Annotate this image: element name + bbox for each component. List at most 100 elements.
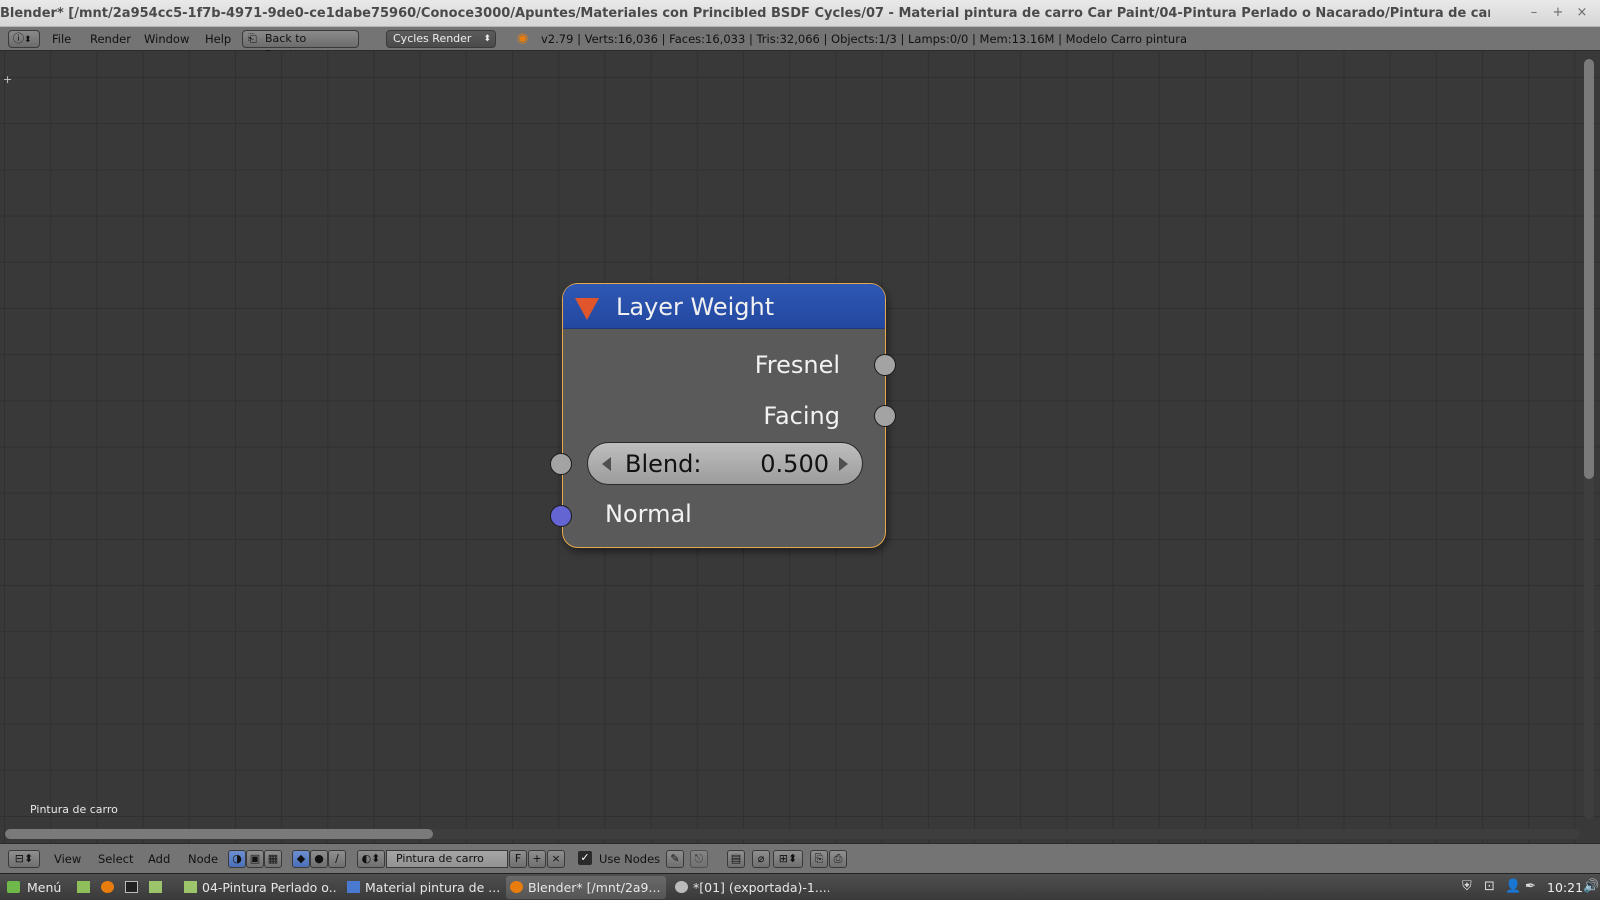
window-title: Blender* [/mnt/2a954cc5-1f7b-4971-9de0-c… — [0, 6, 1490, 21]
files-launcher[interactable] — [145, 876, 165, 899]
app-icon — [675, 881, 688, 893]
use-nodes-label: Use Nodes — [599, 852, 661, 866]
new-material-icon[interactable]: + — [528, 850, 546, 868]
info-icon: ⓘ — [13, 32, 24, 45]
blend-value: 0.500 — [760, 450, 829, 478]
show-desktop-icon[interactable] — [73, 876, 93, 899]
fake-user-button[interactable]: F — [509, 850, 527, 868]
node-title: Layer Weight — [616, 293, 775, 321]
close-button[interactable]: × — [1573, 5, 1591, 20]
node-editor-icon: ⊟⬍ — [14, 852, 34, 865]
collapse-arrow-icon[interactable] — [575, 298, 599, 320]
compositing-nodes-icon[interactable]: ▣ — [246, 850, 264, 868]
output-fresnel-socket[interactable] — [874, 354, 896, 376]
texture-nodes-icon[interactable]: ▦ — [264, 850, 282, 868]
maximize-button[interactable]: + — [1549, 5, 1567, 20]
terminal-launcher[interactable] — [121, 876, 141, 899]
task-label: 04-Pintura Perlado o... — [202, 880, 338, 895]
editor-type-button[interactable]: ⊟⬍ — [8, 850, 40, 868]
render-engine-select[interactable]: Cycles Render ⬍ — [386, 30, 496, 48]
unlink-material-icon[interactable]: × — [547, 850, 565, 868]
editor-type-button[interactable]: ⓘ⬍ — [8, 30, 40, 48]
blender-icon — [510, 881, 523, 893]
decrement-arrow-icon[interactable] — [602, 457, 611, 471]
output-facing-label: Facing — [763, 402, 840, 430]
clock[interactable]: 10:21 — [1547, 880, 1583, 895]
start-menu-button[interactable]: Menú — [3, 876, 65, 899]
task-blender-window[interactable]: Blender* [/mnt/2a9... — [506, 876, 666, 899]
firefox-icon — [101, 881, 114, 893]
node-editor-header: ⊟⬍ View Select Add Node ◑ ▣ ▦ ◆ ● ∕ ◐⬍ P… — [0, 843, 1600, 873]
linestyle-shader-icon[interactable]: ∕ — [328, 850, 346, 868]
updown-icon: ⬍ — [483, 34, 491, 44]
paste-nodes-icon[interactable]: ⎙ — [829, 850, 847, 868]
document-icon — [347, 881, 360, 893]
layer-weight-node[interactable]: Layer Weight Fresnel Facing Blend: 0.500… — [550, 283, 896, 548]
output-facing-socket[interactable] — [874, 405, 896, 427]
pin-icon[interactable]: ✎ — [666, 850, 684, 868]
snap-icon[interactable]: ⌀ — [752, 850, 770, 868]
vertical-scrollbar[interactable] — [1584, 59, 1594, 819]
volume-icon[interactable]: 🔊 — [1583, 879, 1599, 894]
folder-icon — [184, 881, 197, 893]
menu-file[interactable]: File — [52, 32, 71, 46]
input-normal-label: Normal — [605, 500, 692, 528]
network-icon[interactable]: ⊡ — [1484, 879, 1495, 894]
minimize-button[interactable]: – — [1525, 5, 1543, 20]
task-label: *[01] (exportada)-1.... — [693, 880, 829, 895]
info-header: ⓘ⬍ File Render Window Help ⎗ Back to Pre… — [0, 27, 1600, 61]
menu-help[interactable]: Help — [205, 32, 231, 46]
shader-nodes-icon[interactable]: ◑ — [228, 850, 246, 868]
task-label: Material pintura de ... — [365, 880, 501, 895]
render-engine-value: Cycles Render — [393, 32, 472, 45]
task-folder-window[interactable]: 04-Pintura Perlado o... — [180, 876, 338, 899]
back-to-previous-button[interactable]: ⎗ Back to Previous — [242, 30, 359, 61]
material-sphere-icon: ◐⬍ — [361, 852, 381, 865]
world-shader-icon[interactable]: ● — [310, 850, 328, 868]
user-icon[interactable]: 👤 — [1505, 879, 1521, 894]
task-export-window[interactable]: *[01] (exportada)-1.... — [671, 876, 829, 899]
desktop-icon — [77, 881, 90, 893]
shield-icon[interactable]: ⛨ — [1462, 879, 1472, 894]
go-parent-icon[interactable]: ⎋ — [690, 850, 708, 868]
checkmark-icon: ✓ — [578, 851, 592, 865]
mint-logo-icon — [7, 881, 20, 893]
corner-plus-icon[interactable]: + — [3, 73, 12, 86]
backdrop-icon[interactable]: ▤ — [727, 850, 745, 868]
increment-arrow-icon[interactable] — [839, 457, 848, 471]
vertical-scroll-thumb[interactable] — [1584, 59, 1594, 479]
blend-label: Blend: — [625, 450, 702, 478]
window-titlebar: Blender* [/mnt/2a954cc5-1f7b-4971-9de0-c… — [0, 0, 1600, 27]
snap-mode-icon[interactable]: ⊞⬍ — [773, 850, 803, 868]
pen-icon[interactable]: ✒ — [1525, 879, 1536, 894]
menu-select[interactable]: Select — [98, 852, 133, 866]
terminal-icon — [125, 881, 138, 893]
updown-icon: ⬍ — [24, 35, 32, 45]
os-taskbar: Menú 04-Pintura Perlado o... Material pi… — [0, 873, 1600, 900]
material-name-field[interactable]: Pintura de carro — [386, 850, 508, 868]
output-fresnel-label: Fresnel — [754, 351, 840, 379]
folder-icon — [149, 881, 162, 893]
menu-add[interactable]: Add — [148, 852, 170, 866]
node-editor-canvas[interactable]: + Layer Weight Fresnel Facing Blend: 0.5… — [0, 51, 1600, 843]
horizontal-scroll-thumb[interactable] — [5, 829, 433, 839]
material-name-overlay: Pintura de carro — [30, 803, 118, 816]
blend-slider[interactable]: Blend: 0.500 — [587, 442, 863, 485]
scene-stats: v2.79 | Verts:16,036 | Faces:16,033 | Tr… — [541, 32, 1187, 46]
input-normal-socket[interactable] — [550, 505, 572, 527]
menu-render[interactable]: Render — [90, 32, 131, 46]
start-menu-label: Menú — [27, 880, 62, 895]
task-document-window[interactable]: Material pintura de ... — [343, 876, 501, 899]
material-browse-button[interactable]: ◐⬍ — [357, 850, 385, 868]
input-blend-socket[interactable] — [550, 453, 572, 475]
blender-logo-icon: ◉ — [517, 31, 529, 46]
copy-nodes-icon[interactable]: ⎘ — [810, 850, 828, 868]
menu-view[interactable]: View — [54, 852, 81, 866]
horizontal-scrollbar[interactable] — [5, 829, 1580, 839]
object-shader-icon[interactable]: ◆ — [292, 850, 310, 868]
node-header[interactable]: Layer Weight — [563, 284, 885, 329]
menu-node[interactable]: Node — [188, 852, 218, 866]
firefox-launcher[interactable] — [97, 876, 117, 899]
menu-window[interactable]: Window — [144, 32, 189, 46]
task-label: Blender* [/mnt/2a9... — [528, 880, 661, 895]
